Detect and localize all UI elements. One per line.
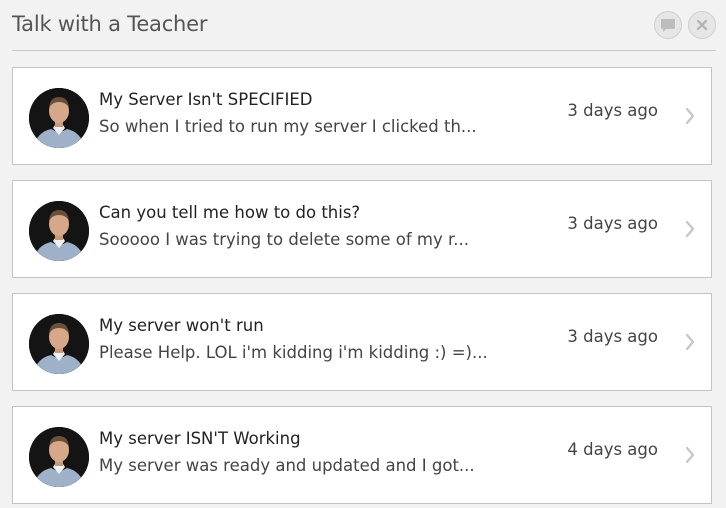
teacher-avatar <box>29 314 89 374</box>
conversation-item[interactable]: My server won't run Please Help. LOL i'm… <box>12 293 712 391</box>
close-icon <box>696 19 708 31</box>
chevron-right-icon <box>685 107 695 125</box>
conversation-preview: Please Help. LOL i'm kidding i'm kidding… <box>99 343 488 362</box>
conversation-list: My Server Isn't SPECIFIED So when I trie… <box>12 67 712 508</box>
talk-with-teacher-panel: Talk with a Teacher My Server Isn't SPEC… <box>0 0 726 508</box>
conversation-item[interactable]: My server ISN'T Working My server was re… <box>12 406 712 504</box>
conversation-time: 3 days ago <box>567 214 658 233</box>
conversation-subject: My Server Isn't SPECIFIED <box>99 90 313 109</box>
chevron-right-icon <box>685 446 695 464</box>
teacher-avatar <box>29 201 89 261</box>
teacher-avatar <box>29 427 89 487</box>
conversation-subject: My server won't run <box>99 316 264 335</box>
conversation-subject: My server ISN'T Working <box>99 429 301 448</box>
conversation-subject: Can you tell me how to do this? <box>99 203 361 222</box>
teacher-avatar <box>29 88 89 148</box>
chevron-right-icon <box>685 220 695 238</box>
conversation-time: 3 days ago <box>567 101 658 120</box>
panel-header: Talk with a Teacher <box>12 0 716 51</box>
conversation-item[interactable]: My Server Isn't SPECIFIED So when I trie… <box>12 67 712 165</box>
conversation-time: 4 days ago <box>567 440 658 459</box>
chat-button[interactable] <box>654 11 682 39</box>
conversation-preview: So when I tried to run my server I click… <box>99 117 477 136</box>
conversation-preview: Sooooo I was trying to delete some of my… <box>99 230 469 249</box>
close-button[interactable] <box>688 11 716 39</box>
panel-title: Talk with a Teacher <box>12 12 208 36</box>
conversation-preview: My server was ready and updated and I go… <box>99 456 475 475</box>
conversation-time: 3 days ago <box>567 327 658 346</box>
chevron-right-icon <box>685 333 695 351</box>
conversation-item[interactable]: Can you tell me how to do this? Sooooo I… <box>12 180 712 278</box>
chat-bubble-icon <box>661 18 675 32</box>
